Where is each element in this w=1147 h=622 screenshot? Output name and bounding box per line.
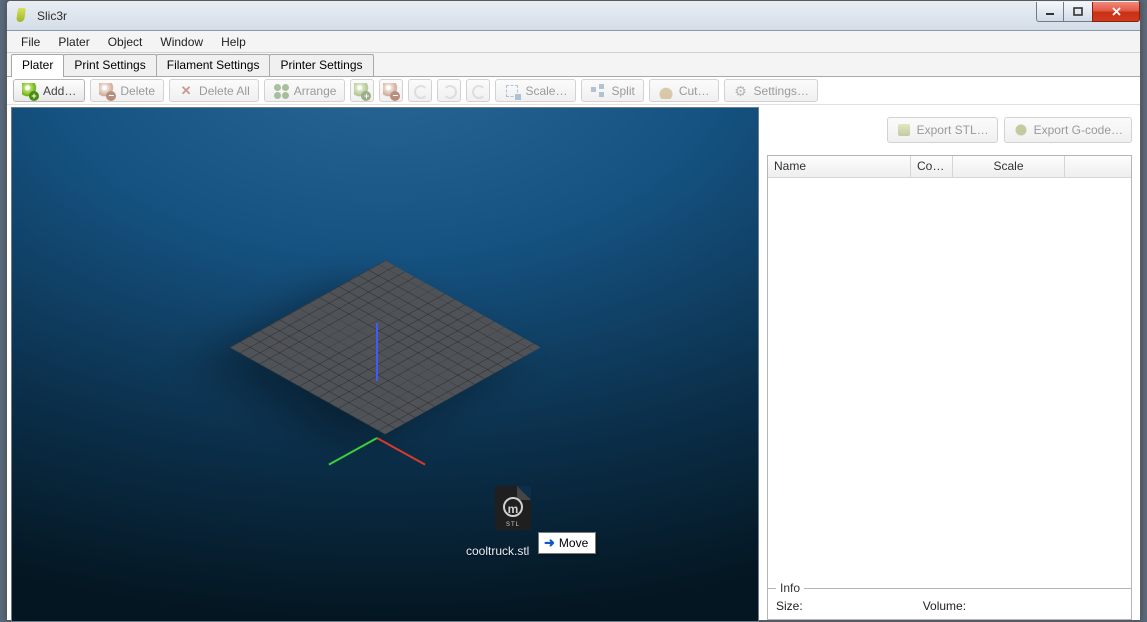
gear-icon [733, 83, 749, 99]
window-controls [1037, 2, 1140, 22]
delete-all-button[interactable]: Delete All [169, 79, 259, 102]
col-copies[interactable]: Cop… [911, 156, 953, 177]
rotate-icon [470, 83, 486, 99]
rotate-cw-icon [441, 83, 457, 99]
fewer-copies-button[interactable] [379, 79, 403, 102]
move-arrow-icon: ➜ [544, 535, 555, 551]
arrange-label: Arrange [294, 84, 337, 98]
info-title: Info [776, 581, 804, 595]
plus-icon [354, 83, 370, 99]
delete-all-label: Delete All [199, 84, 250, 98]
scale-icon [504, 83, 520, 99]
size-label: Size: [776, 599, 803, 613]
stl-file-ext: STL [495, 522, 531, 528]
tab-row: Plater Print Settings Filament Settings … [7, 53, 1140, 77]
axis-y [328, 437, 377, 465]
3d-viewport[interactable]: m STL cooltruck.stl ➜ Move [11, 107, 759, 622]
export-gcode-label: Export G-code… [1034, 123, 1123, 137]
build-plate [229, 260, 540, 434]
rotate-cw-45-button[interactable] [437, 79, 461, 102]
arrange-icon [273, 83, 289, 99]
add-icon [22, 83, 38, 99]
menu-help[interactable]: Help [213, 33, 254, 51]
tab-print[interactable]: Print Settings [63, 54, 156, 76]
cut-label: Cut… [679, 84, 710, 98]
split-label: Split [611, 84, 634, 98]
menu-file[interactable]: File [13, 33, 48, 51]
main-area: m STL cooltruck.stl ➜ Move Export STL… E… [7, 105, 1140, 620]
drag-cursor-tooltip: ➜ Move [538, 532, 596, 554]
more-copies-button[interactable] [350, 79, 374, 102]
delete-icon [99, 83, 115, 99]
arrange-button[interactable]: Arrange [264, 79, 346, 102]
close-button[interactable] [1092, 2, 1140, 22]
axis-z [376, 323, 378, 381]
drag-tooltip-text: Move [559, 536, 588, 550]
tab-plater[interactable]: Plater [11, 54, 64, 77]
slic3r-logo-icon [15, 8, 31, 24]
delete-all-icon [178, 83, 194, 99]
tab-printer[interactable]: Printer Settings [269, 54, 373, 76]
object-list-body[interactable] [768, 178, 1131, 588]
col-scale[interactable]: Scale [953, 156, 1065, 177]
export-gcode-icon [1013, 122, 1029, 138]
object-settings-button[interactable]: Settings… [724, 79, 818, 102]
menubar: File Plater Object Window Help [7, 31, 1140, 53]
scale-label: Scale… [525, 84, 567, 98]
menu-window[interactable]: Window [152, 33, 211, 51]
settings-label: Settings… [754, 84, 809, 98]
col-spacer [1065, 156, 1131, 177]
window-title: Slic3r [37, 9, 67, 23]
add-label: Add… [43, 84, 76, 98]
tab-filament[interactable]: Filament Settings [156, 54, 271, 76]
scale-button[interactable]: Scale… [495, 79, 576, 102]
export-stl-label: Export STL… [917, 123, 989, 137]
export-stl-button[interactable]: Export STL… [887, 117, 998, 143]
col-name[interactable]: Name [768, 156, 911, 177]
axis-x [377, 437, 426, 465]
cut-icon [658, 83, 674, 99]
export-gcode-button[interactable]: Export G-code… [1004, 117, 1132, 143]
add-button[interactable]: Add… [13, 79, 85, 102]
export-row: Export STL… Export G-code… [767, 109, 1132, 155]
split-button[interactable]: Split [581, 79, 643, 102]
export-stl-icon [896, 122, 912, 138]
split-icon [590, 83, 606, 99]
rotate-ccw-icon [412, 83, 428, 99]
titlebar[interactable]: Slic3r [7, 1, 1140, 31]
maximize-button[interactable] [1063, 2, 1093, 22]
cut-button[interactable]: Cut… [649, 79, 719, 102]
delete-label: Delete [120, 84, 155, 98]
minimize-button[interactable] [1036, 2, 1064, 22]
object-list-header: Name Cop… Scale [768, 156, 1131, 178]
dragged-file-name: cooltruck.stl [466, 544, 529, 558]
menu-object[interactable]: Object [100, 33, 151, 51]
menu-plater[interactable]: Plater [50, 33, 97, 51]
app-window: Slic3r File Plater Object Window Help Pl… [6, 0, 1141, 621]
volume-label: Volume: [923, 599, 966, 613]
object-list[interactable]: Name Cop… Scale [767, 155, 1132, 589]
info-box: Info Size: Volume: [767, 589, 1132, 620]
stl-file-glyph-icon: m [503, 497, 523, 517]
rotate-ccw-45-button[interactable] [408, 79, 432, 102]
dragged-file-icon[interactable]: m STL [495, 486, 531, 530]
side-panel: Export STL… Export G-code… Name Cop… Sca… [759, 105, 1140, 620]
rotate-button[interactable] [466, 79, 490, 102]
delete-button[interactable]: Delete [90, 79, 164, 102]
plater-toolbar: Add… Delete Delete All Arrange [7, 77, 1140, 105]
minus-icon [383, 83, 399, 99]
